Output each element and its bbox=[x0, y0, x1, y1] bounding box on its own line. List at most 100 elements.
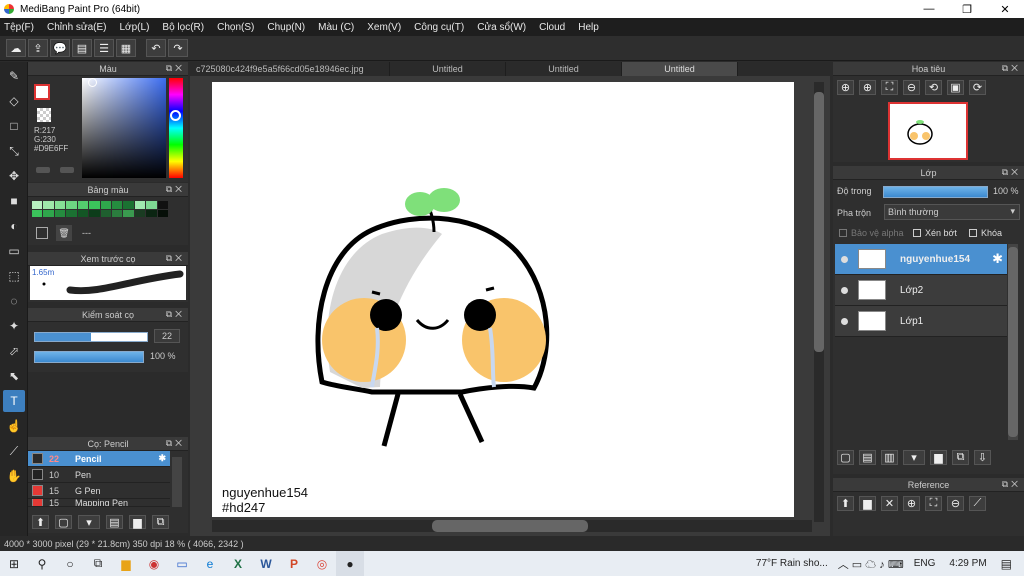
tab-untitled-3[interactable]: Untitled bbox=[622, 62, 738, 76]
open-reference-icon[interactable]: ▆ bbox=[859, 496, 876, 511]
menu-select[interactable]: Chọn(S) bbox=[217, 22, 254, 33]
close-button[interactable]: ✕ bbox=[986, 0, 1024, 18]
menu-color[interactable]: Màu (C) bbox=[318, 22, 354, 33]
panel-controls-icon[interactable]: ⧉✕ bbox=[166, 253, 185, 264]
comment-icon[interactable]: 💬 bbox=[50, 39, 70, 57]
zoom-in-icon-2[interactable]: ⊕ bbox=[859, 80, 876, 95]
color-mode-button[interactable] bbox=[36, 167, 50, 173]
brush-menu-icon[interactable]: ▾ bbox=[78, 515, 100, 529]
app-icon-red[interactable]: ◉ bbox=[140, 551, 168, 576]
tab-untitled-1[interactable]: Untitled bbox=[390, 62, 506, 76]
duplicate-brush-icon[interactable]: ⧉ bbox=[152, 515, 169, 529]
actual-size-icon[interactable]: ▣ bbox=[947, 80, 964, 95]
excel-icon[interactable]: X bbox=[224, 551, 252, 576]
file-explorer-icon[interactable]: ▆ bbox=[112, 551, 140, 576]
list-icon[interactable]: ☰ bbox=[94, 39, 114, 57]
fit-reference-icon[interactable]: ⛶ bbox=[925, 496, 942, 511]
move-tool-icon[interactable]: ✥ bbox=[3, 165, 25, 187]
document-icon[interactable]: ▤ bbox=[72, 39, 92, 57]
grid-icon[interactable]: ▦ bbox=[116, 39, 136, 57]
new-palette-icon[interactable] bbox=[36, 227, 48, 239]
new-layer-icon[interactable]: ▢ bbox=[837, 450, 854, 465]
word-icon[interactable]: W bbox=[252, 551, 280, 576]
fill-rect-tool-icon[interactable]: ■ bbox=[3, 190, 25, 212]
panel-controls-icon[interactable]: ⧉✕ bbox=[166, 184, 185, 195]
menu-tools[interactable]: Công cụ(T) bbox=[414, 22, 464, 33]
language-indicator[interactable]: ENG bbox=[914, 558, 936, 569]
duplicate-layer-icon[interactable]: ⧉ bbox=[952, 450, 969, 465]
medibang-taskbar-icon[interactable]: ● bbox=[336, 551, 364, 576]
brush-tool-icon[interactable]: ✎ bbox=[3, 65, 25, 87]
operation-tool-icon[interactable]: ☝ bbox=[3, 415, 25, 437]
select-eraser-tool-icon[interactable]: ⬉ bbox=[3, 365, 25, 387]
undo-icon[interactable]: ↶ bbox=[146, 39, 166, 57]
reset-rotate-icon[interactable]: ⟳ bbox=[969, 80, 986, 95]
rotate-icon[interactable]: ⟲ bbox=[925, 80, 942, 95]
menu-layer[interactable]: Lớp(L) bbox=[120, 22, 150, 33]
clock[interactable]: 4:29 PM bbox=[949, 558, 986, 569]
dot-pen-tool-icon[interactable]: ⤡ bbox=[3, 140, 25, 162]
minimize-button[interactable]: — bbox=[910, 0, 948, 18]
panel-controls-icon[interactable]: ⧉✕ bbox=[166, 438, 185, 449]
select-pen-tool-icon[interactable]: ⬀ bbox=[3, 340, 25, 362]
transparent-swatch[interactable] bbox=[37, 108, 51, 122]
zoom-in-reference-icon[interactable]: ⊕ bbox=[903, 496, 920, 511]
drawing-canvas[interactable]: nguyenhue154 #hd247 bbox=[212, 82, 794, 517]
layer-row[interactable]: Lớp1 bbox=[835, 306, 1007, 337]
upload-reference-icon[interactable]: ⬆ bbox=[837, 496, 854, 511]
color-picker-cursor[interactable] bbox=[88, 78, 97, 87]
notification-icon[interactable]: ▤ bbox=[1001, 557, 1012, 571]
tab-untitled-2[interactable]: Untitled bbox=[506, 62, 622, 76]
system-tray-icons[interactable]: ︿ ▭ ☁ ♪ ⌨ bbox=[838, 556, 904, 572]
eyedropper-tool-icon[interactable]: ⟋ bbox=[3, 440, 25, 462]
brush-item[interactable]: 15 Mapping Pen bbox=[28, 499, 170, 507]
edge-icon[interactable]: e bbox=[196, 551, 224, 576]
navigator-thumbnail[interactable] bbox=[888, 102, 968, 160]
panel-controls-icon[interactable]: ⧉✕ bbox=[1002, 479, 1021, 490]
panel-controls-icon[interactable]: ⧉✕ bbox=[1002, 63, 1021, 74]
menu-filter[interactable]: Bộ lọc(R) bbox=[162, 22, 204, 33]
zoom-out-reference-icon[interactable]: ⊖ bbox=[947, 496, 964, 511]
lasso-tool-icon[interactable]: ◌ bbox=[3, 290, 25, 312]
brush-item[interactable]: 10 Pen bbox=[28, 467, 170, 483]
bucket-tool-icon[interactable]: ◐ bbox=[3, 215, 25, 237]
layer-folder-icon[interactable]: ▆ bbox=[930, 450, 947, 465]
zoom-out-icon[interactable]: ⊖ bbox=[903, 80, 920, 95]
chrome-icon[interactable]: ◎ bbox=[308, 551, 336, 576]
cloud-icon[interactable]: ☁ bbox=[6, 39, 26, 57]
layer-list-scrollbar[interactable] bbox=[1008, 244, 1018, 440]
merge-layer-icon[interactable]: ⇩ bbox=[974, 450, 991, 465]
eye-icon[interactable] bbox=[841, 255, 848, 263]
eye-icon[interactable] bbox=[841, 317, 848, 325]
layer-row[interactable]: nguyenhue154 ✱ bbox=[835, 244, 1007, 275]
panel-controls-icon[interactable]: ⧉✕ bbox=[166, 63, 185, 74]
select-rect-tool-icon[interactable]: ⬚ bbox=[3, 265, 25, 287]
cortana-icon[interactable]: ○ bbox=[56, 551, 84, 576]
panel-controls-icon[interactable]: ⧉✕ bbox=[166, 309, 185, 320]
protect-alpha-checkbox[interactable] bbox=[839, 229, 847, 237]
gear-icon[interactable]: ✱ bbox=[158, 453, 166, 464]
brush-list-scrollbar[interactable] bbox=[172, 457, 182, 507]
new-halftone-layer-icon[interactable]: ▤ bbox=[859, 450, 876, 465]
maximize-button[interactable]: ❐ bbox=[948, 0, 986, 18]
layer-row[interactable]: Lớp2 bbox=[835, 275, 1007, 306]
menu-cloud[interactable]: Cloud bbox=[539, 22, 565, 33]
windows-start-icon[interactable]: ⊞ bbox=[0, 551, 28, 576]
hand-tool-icon[interactable]: ✋ bbox=[3, 465, 25, 487]
menu-window[interactable]: Cửa sổ(W) bbox=[477, 22, 526, 33]
tab-image-file[interactable]: c725080c424f9e5a5f66cd05e18946ec.jpg bbox=[190, 62, 390, 76]
clip-checkbox[interactable] bbox=[913, 229, 921, 237]
primary-color-swatch[interactable] bbox=[34, 84, 50, 100]
horizontal-scrollbar[interactable] bbox=[212, 520, 812, 532]
zoom-in-icon[interactable]: ⊕ bbox=[837, 80, 854, 95]
eyedropper-reference-icon[interactable]: ⟋ bbox=[969, 496, 986, 511]
vertical-scrollbar[interactable] bbox=[814, 82, 824, 522]
layer-menu-icon[interactable]: ▾ bbox=[903, 450, 925, 465]
menu-help[interactable]: Help bbox=[578, 22, 599, 33]
panel-controls-icon[interactable]: ⧉✕ bbox=[1002, 167, 1021, 178]
brush-folder-icon[interactable]: ▆ bbox=[129, 515, 146, 529]
share-icon[interactable]: ⇪ bbox=[28, 39, 48, 57]
menu-file[interactable]: Tệp(F) bbox=[4, 22, 34, 33]
menu-view[interactable]: Xem(V) bbox=[367, 22, 401, 33]
brush-settings-icon[interactable]: ▤ bbox=[106, 515, 123, 529]
